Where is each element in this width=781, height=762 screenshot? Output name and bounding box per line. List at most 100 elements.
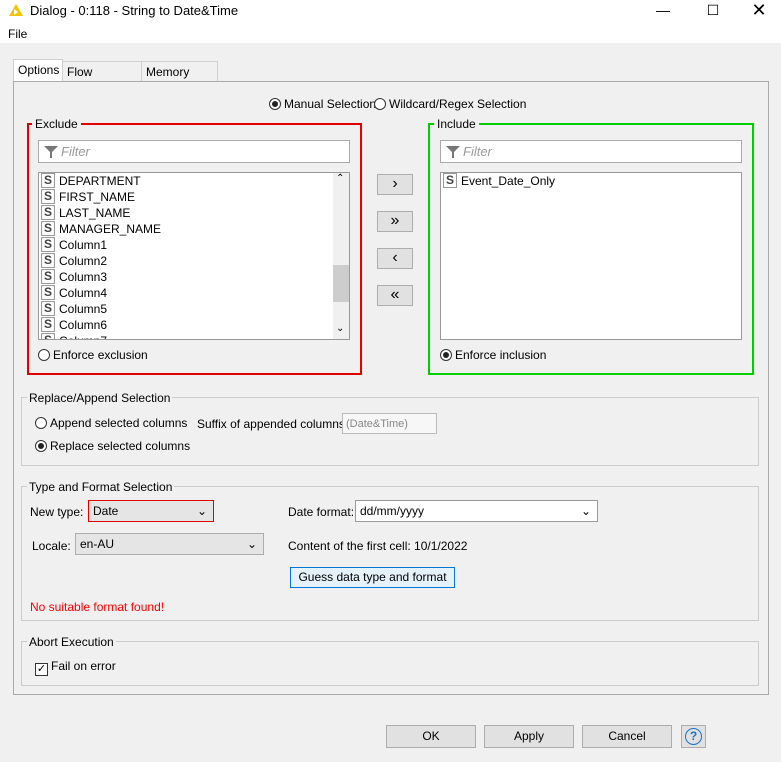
- append-label: Append selected columns: [50, 416, 188, 430]
- wildcard-selection-radio[interactable]: Wildcard/Regex Selection: [374, 97, 526, 111]
- chevron-down-icon: ⌄: [196, 504, 207, 518]
- cancel-button[interactable]: Cancel: [582, 725, 672, 748]
- column-name: Column7: [59, 334, 107, 339]
- tab-memory-policy[interactable]: Memory Policy: [141, 61, 218, 93]
- exclude-title: Exclude: [32, 117, 81, 131]
- tab-flow-variables[interactable]: Flow Variables: [62, 61, 142, 93]
- remove-all-button[interactable]: «: [377, 285, 413, 306]
- filter-icon: [446, 146, 460, 158]
- column-name: FIRST_NAME: [59, 190, 136, 204]
- close-button[interactable]: ✕: [736, 0, 781, 22]
- minimize-button[interactable]: —: [640, 0, 686, 22]
- fail-on-error-label: Fail on error: [51, 659, 116, 673]
- filter-icon: [44, 146, 58, 158]
- radio-icon: [269, 98, 281, 110]
- add-button[interactable]: ›: [377, 174, 413, 195]
- string-type-icon: S: [41, 221, 55, 236]
- checkmark-icon: ✓: [35, 663, 48, 676]
- locale-label: Locale:: [32, 539, 71, 553]
- string-type-icon: S: [41, 301, 55, 316]
- ok-button[interactable]: OK: [386, 725, 476, 748]
- replace-radio[interactable]: Replace selected columns: [35, 439, 190, 453]
- radio-icon: [374, 98, 386, 110]
- string-type-icon: S: [41, 237, 55, 252]
- help-button[interactable]: ?: [681, 725, 706, 748]
- list-item[interactable]: S Event_Date_Only: [441, 173, 741, 189]
- string-type-icon: S: [41, 269, 55, 284]
- list-item[interactable]: S Column3: [39, 269, 349, 285]
- date-format-value: dd/mm/yyyy: [360, 504, 425, 518]
- fail-on-error-checkbox[interactable]: ✓ Fail on error: [35, 659, 116, 676]
- wildcard-selection-label: Wildcard/Regex Selection: [389, 97, 527, 111]
- list-item[interactable]: S Column7: [39, 333, 349, 339]
- scrollbar-thumb[interactable]: [333, 265, 349, 302]
- exclude-scrollbar[interactable]: ⌃ ⌄: [333, 173, 349, 339]
- suffix-label: Suffix of appended columns:: [197, 417, 349, 431]
- list-item[interactable]: S Column2: [39, 253, 349, 269]
- list-item[interactable]: S Column4: [39, 285, 349, 301]
- list-item[interactable]: S Column5: [39, 301, 349, 317]
- include-list[interactable]: S Event_Date_Only: [440, 172, 742, 340]
- manual-selection-radio[interactable]: Manual Selection: [269, 97, 376, 111]
- replace-append-title: Replace/Append Selection: [27, 391, 173, 405]
- scroll-up-icon[interactable]: ⌃: [336, 173, 344, 184]
- string-type-icon: S: [41, 173, 55, 188]
- column-name: LAST_NAME: [59, 206, 131, 220]
- enforce-exclusion-radio[interactable]: Enforce exclusion: [38, 348, 148, 362]
- column-name: DEPARTMENT: [59, 174, 141, 188]
- chevron-down-icon: ⌄: [246, 537, 257, 551]
- menu-file[interactable]: File: [8, 27, 27, 41]
- maximize-button[interactable]: ☐: [690, 0, 736, 22]
- abort-group: [21, 641, 759, 686]
- column-name: Column3: [59, 270, 108, 284]
- manual-selection-label: Manual Selection: [284, 97, 377, 111]
- first-cell-content: Content of the first cell: 10/1/2022: [288, 539, 468, 553]
- date-format-combo[interactable]: dd/mm/yyyy ⌄: [355, 500, 598, 522]
- string-type-icon: S: [41, 253, 55, 268]
- enforce-inclusion-label: Enforce inclusion: [455, 348, 547, 362]
- list-item[interactable]: S MANAGER_NAME: [39, 221, 349, 237]
- enforce-inclusion-radio[interactable]: Enforce inclusion: [440, 348, 546, 362]
- string-type-icon: S: [41, 285, 55, 300]
- exclude-list[interactable]: S DEPARTMENT S FIRST_NAME S LAST_NAME S MANAGER…: [38, 172, 350, 340]
- knime-warning-icon: [9, 4, 23, 16]
- exclude-filter-input[interactable]: Filter: [38, 140, 350, 163]
- string-type-icon: S: [41, 189, 55, 204]
- tab-options[interactable]: Options: [13, 59, 63, 82]
- column-name: Event_Date_Only: [461, 174, 556, 188]
- column-name: Column5: [59, 302, 108, 316]
- column-name: MANAGER_NAME: [59, 222, 162, 236]
- list-item[interactable]: S Column6: [39, 317, 349, 333]
- remove-button[interactable]: ‹: [377, 248, 413, 269]
- new-type-label: New type:: [30, 505, 84, 519]
- type-format-title: Type and Format Selection: [27, 480, 175, 494]
- enforce-exclusion-label: Enforce exclusion: [53, 348, 148, 362]
- radio-icon: [38, 349, 50, 361]
- string-type-icon: S: [41, 333, 55, 339]
- scroll-down-icon[interactable]: ⌄: [336, 323, 344, 334]
- include-filter-input[interactable]: Filter: [440, 140, 742, 163]
- append-radio[interactable]: Append selected columns: [35, 416, 187, 430]
- list-item[interactable]: S FIRST_NAME: [39, 189, 349, 205]
- new-type-select[interactable]: Date ⌄: [88, 500, 214, 522]
- column-name: Column6: [59, 318, 108, 332]
- error-message: No suitable format found!: [30, 600, 165, 614]
- include-title: Include: [434, 117, 479, 131]
- guess-button[interactable]: Guess data type and format: [290, 567, 455, 588]
- abort-title: Abort Execution: [27, 635, 116, 649]
- locale-select[interactable]: en-AU ⌄: [75, 533, 264, 555]
- chevron-down-icon: ⌄: [580, 504, 591, 518]
- replace-label: Replace selected columns: [50, 439, 191, 453]
- list-item[interactable]: S DEPARTMENT: [39, 173, 349, 189]
- date-format-label: Date format:: [288, 505, 355, 519]
- radio-icon: [35, 440, 47, 452]
- suffix-input[interactable]: (Date&Time): [342, 413, 437, 434]
- title-bar: Dialog - 0:118 - String to Date&Time — ☐…: [0, 0, 781, 22]
- list-item[interactable]: S Column1: [39, 237, 349, 253]
- list-item[interactable]: S LAST_NAME: [39, 205, 349, 221]
- radio-icon: [440, 349, 452, 361]
- help-icon: ?: [685, 728, 702, 745]
- window-title: Dialog - 0:118 - String to Date&Time: [30, 3, 239, 18]
- apply-button[interactable]: Apply: [484, 725, 574, 748]
- add-all-button[interactable]: »: [377, 211, 413, 232]
